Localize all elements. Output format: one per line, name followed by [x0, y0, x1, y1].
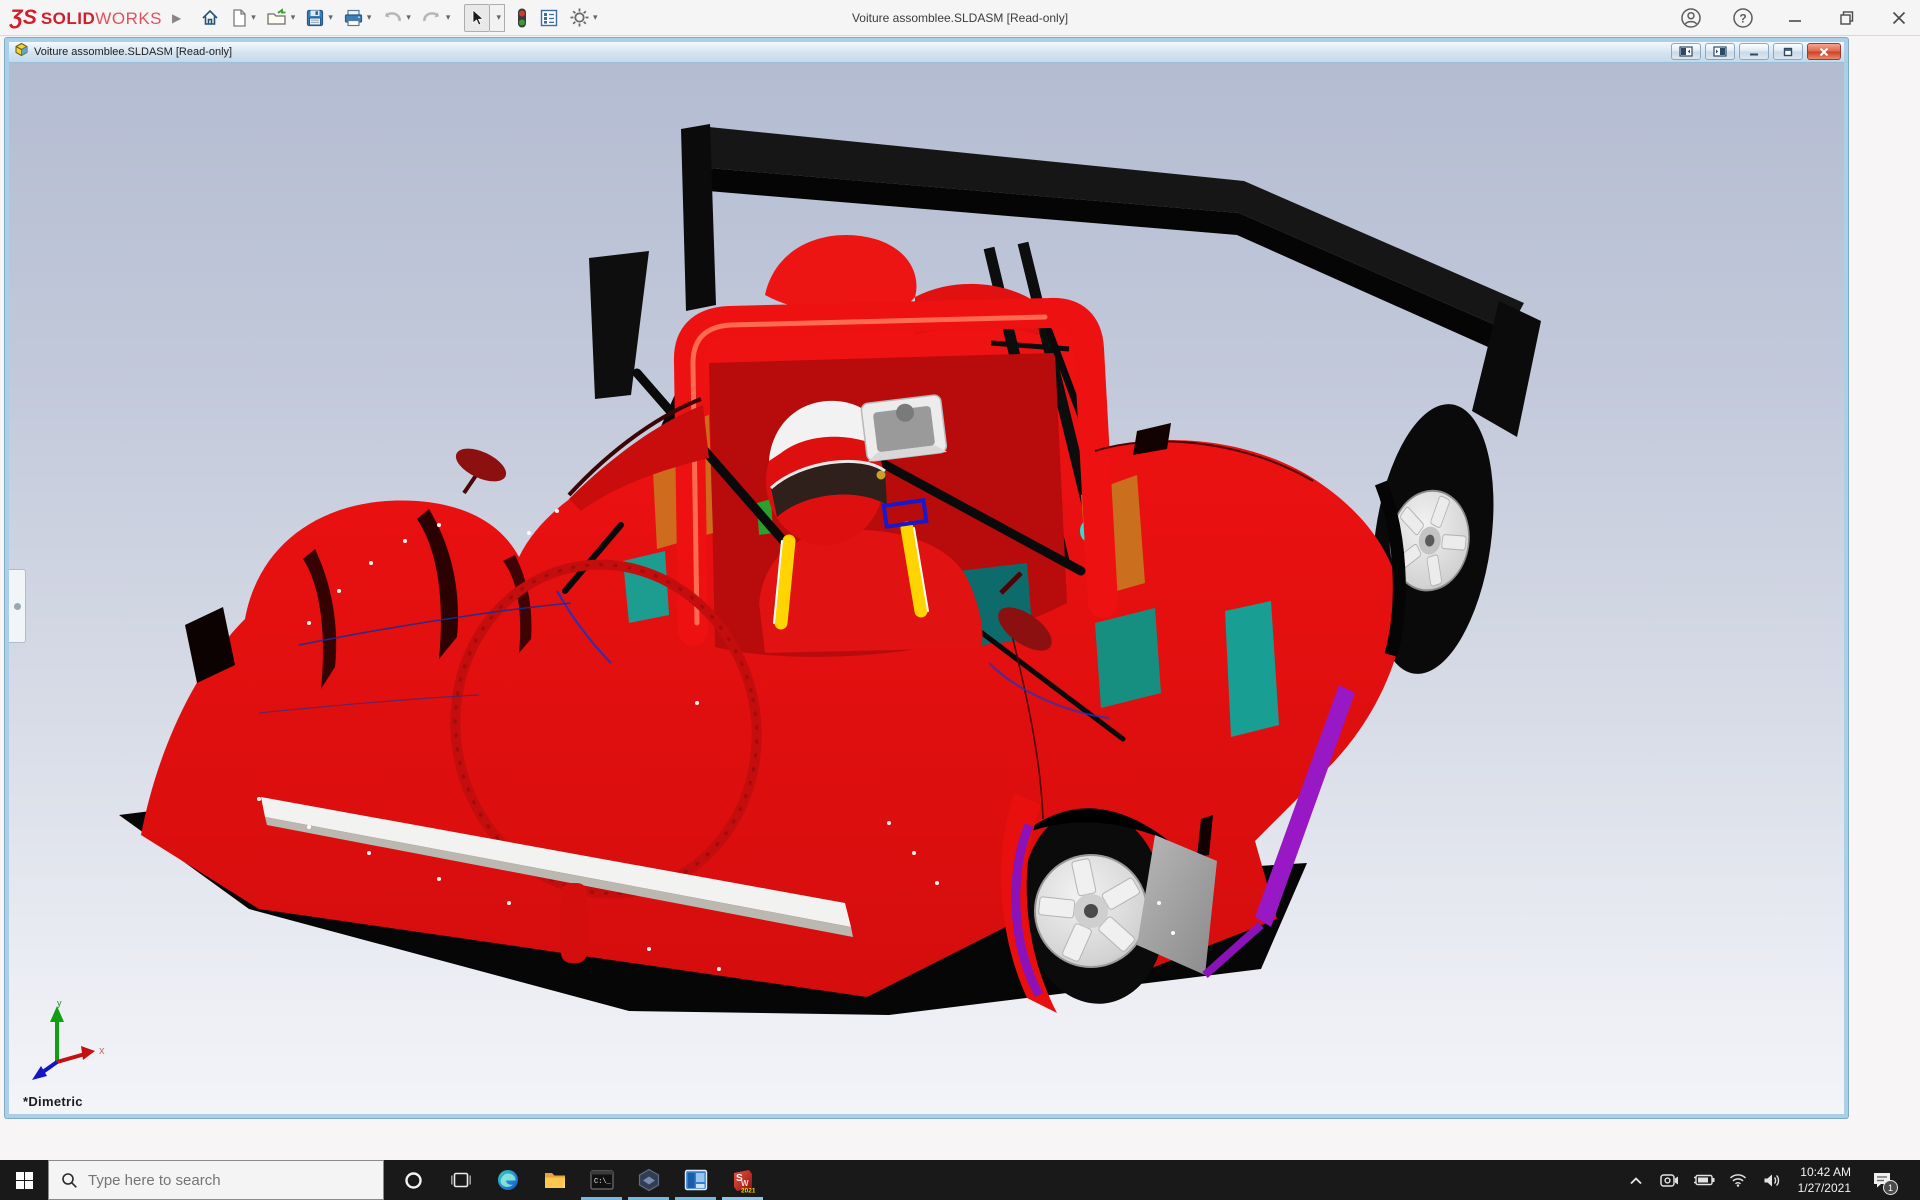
new-document-dropdown[interactable]: ▾	[251, 12, 256, 23]
stoplight-icon	[515, 7, 529, 29]
print-dropdown[interactable]: ▾	[367, 12, 372, 23]
home-icon	[200, 8, 220, 28]
taskbar-app-file-explorer[interactable]	[531, 1160, 578, 1200]
new-document-button[interactable]: ▾	[227, 3, 259, 33]
battery-charging-icon	[1693, 1174, 1715, 1186]
graphics-viewport[interactable]: y x *Dimetric	[9, 63, 1844, 1114]
meet-now-icon	[1660, 1173, 1679, 1188]
task-view-icon	[451, 1171, 471, 1189]
windows-taskbar: C:\_ S W 2021	[0, 1160, 1920, 1200]
feature-tree-flyout-handle[interactable]	[9, 569, 26, 643]
save-dropdown[interactable]: ▾	[328, 12, 333, 23]
taskbar-clock[interactable]: 10:42 AM 1/27/2021	[1794, 1164, 1855, 1196]
clock-date: 1/27/2021	[1798, 1180, 1851, 1196]
selection-stoplight-button[interactable]	[512, 3, 532, 33]
options-button[interactable]: ▾	[566, 3, 601, 33]
open-button[interactable]: ▾	[263, 3, 299, 33]
wifi-icon	[1729, 1173, 1747, 1187]
terminal-icon: C:\_	[590, 1170, 614, 1190]
hexagon-app-icon	[637, 1168, 661, 1192]
select-dropdown-caret: ▾	[496, 12, 501, 23]
taskbar-search[interactable]	[48, 1160, 384, 1200]
tray-expand-button[interactable]	[1624, 1160, 1648, 1200]
taskbar-app-edge[interactable]	[484, 1160, 531, 1200]
task-list-icon	[539, 8, 559, 28]
help-button[interactable]: ?	[1730, 5, 1756, 31]
photos-app-icon	[684, 1169, 708, 1191]
document-minimize-button[interactable]	[1739, 43, 1769, 60]
minimize-button[interactable]	[1782, 5, 1808, 31]
orientation-triad: y x	[23, 996, 115, 1088]
wifi-status[interactable]	[1726, 1160, 1750, 1200]
options-dropdown[interactable]: ▾	[593, 12, 598, 23]
document-window: Voiture assomblee.SLDASM [Read-only]	[5, 38, 1848, 1118]
solidworks-app-icon: S W 2021	[730, 1168, 755, 1193]
select-dropdown[interactable]: ▾	[490, 4, 505, 32]
open-dropdown[interactable]: ▾	[291, 12, 296, 23]
home-button[interactable]	[197, 3, 223, 33]
mdi-background: Voiture assomblee.SLDASM [Read-only]	[0, 36, 1920, 1160]
dassault-logo-glyph: ƷS	[10, 6, 37, 30]
taskbar-app-hexagon[interactable]	[625, 1160, 672, 1200]
redo-icon	[421, 8, 443, 28]
undo-button[interactable]: ▾	[378, 3, 414, 33]
select-tool[interactable]: ▾	[461, 3, 508, 33]
speaker-icon	[1763, 1173, 1781, 1188]
search-input[interactable]	[86, 1171, 346, 1190]
close-button[interactable]	[1886, 5, 1912, 31]
battery-status[interactable]	[1692, 1160, 1716, 1200]
undo-dropdown[interactable]: ▾	[406, 12, 411, 23]
new-document-icon	[230, 8, 248, 28]
app-titlebar: ƷS SOLID WORKS ▶ ▾ ▾ ▾ ▾ ▾ ▾ ▾ ▾	[0, 0, 1920, 36]
cortana-icon	[404, 1171, 423, 1190]
flyout-handle-dot	[14, 603, 21, 610]
select-arrow-icon[interactable]	[464, 4, 490, 32]
taskbar-app-photos[interactable]	[672, 1160, 719, 1200]
meet-now-button[interactable]	[1658, 1160, 1682, 1200]
view-orientation-label: *Dimetric	[23, 1094, 83, 1109]
svg-text:y: y	[57, 998, 62, 1008]
save-floppy-icon	[305, 8, 325, 28]
notification-badge: 1	[1883, 1180, 1898, 1195]
chevron-up-icon	[1629, 1176, 1643, 1185]
redo-dropdown[interactable]: ▾	[446, 12, 451, 23]
restore-button[interactable]	[1834, 5, 1860, 31]
search-icon	[61, 1172, 78, 1189]
action-center-button[interactable]: 1	[1865, 1160, 1899, 1200]
edge-icon	[496, 1168, 520, 1192]
app-window-title: Voiture assomblee.SLDASM [Read-only]	[852, 11, 1068, 25]
start-button[interactable]	[0, 1160, 48, 1200]
print-button[interactable]: ▾	[340, 3, 375, 33]
svg-text:?: ?	[1739, 11, 1746, 25]
tile-left-button[interactable]	[1671, 43, 1701, 60]
solidworks-year-label: 2021	[741, 1187, 755, 1193]
undo-icon	[381, 8, 403, 28]
task-list-button[interactable]	[536, 3, 562, 33]
document-restore-button[interactable]	[1773, 43, 1803, 60]
document-title: Voiture assomblee.SLDASM [Read-only]	[34, 46, 232, 58]
svg-text:C:\_: C:\_	[594, 1178, 612, 1186]
print-icon	[343, 8, 364, 28]
taskbar-app-solidworks[interactable]: S W 2021	[719, 1160, 766, 1200]
windows-logo-icon	[16, 1172, 33, 1189]
file-explorer-icon	[543, 1169, 567, 1191]
gear-icon	[569, 7, 590, 28]
toolbar-flyout-arrow[interactable]: ▶	[172, 11, 181, 25]
save-button[interactable]: ▾	[302, 3, 336, 33]
account-button[interactable]	[1678, 5, 1704, 31]
task-view-button[interactable]	[437, 1160, 484, 1200]
volume-status[interactable]	[1760, 1160, 1784, 1200]
race-car-model	[9, 63, 1844, 1114]
redo-button[interactable]: ▾	[418, 3, 454, 33]
document-titlebar[interactable]: Voiture assomblee.SLDASM [Read-only]	[9, 42, 1844, 63]
tile-right-button[interactable]	[1705, 43, 1735, 60]
cortana-button[interactable]	[390, 1160, 437, 1200]
clock-time: 10:42 AM	[1798, 1164, 1851, 1180]
taskbar-app-terminal[interactable]: C:\_	[578, 1160, 625, 1200]
document-close-button[interactable]	[1807, 43, 1841, 60]
solidworks-logo: ƷS SOLID WORKS	[10, 6, 162, 30]
assembly-icon	[14, 42, 29, 62]
open-folder-icon	[266, 8, 288, 28]
svg-text:x: x	[99, 1045, 105, 1057]
